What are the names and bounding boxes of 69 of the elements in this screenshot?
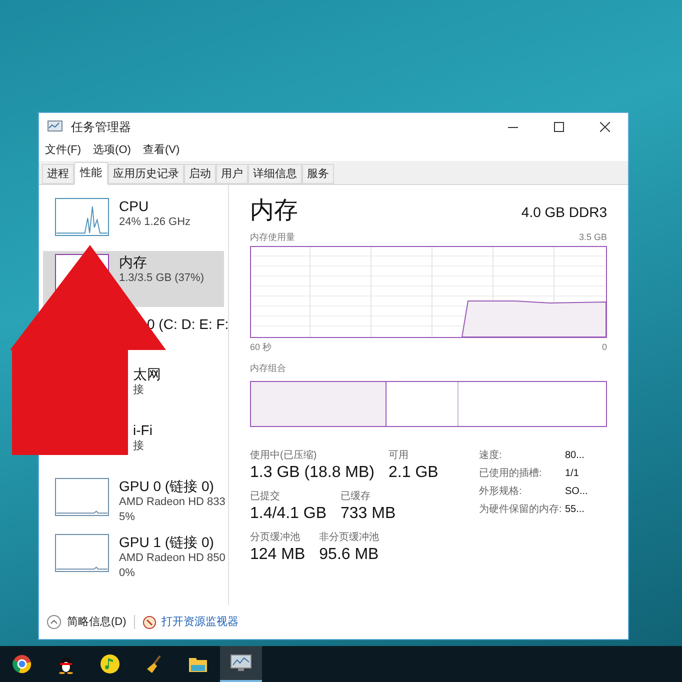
gauge-icon [143, 616, 156, 628]
item-detail: AMD Radeon HD 850 [119, 551, 226, 566]
stat-value: 1.4/4.1 GB [250, 504, 326, 524]
stat-value: 733 MB [340, 504, 396, 524]
item-title: 太网 [133, 366, 161, 383]
property-value: 80... [565, 448, 584, 462]
tab[interactable]: 性能 [74, 162, 108, 185]
axis-label: 60 秒 [250, 340, 272, 354]
stat-value: 2.1 GB [388, 462, 438, 482]
maximize-icon [554, 122, 564, 132]
stat-label: 非分页缓冲池 [319, 530, 380, 544]
item-detail: 24% 1.26 GHz [119, 215, 191, 230]
chart-label: 内存使用量 [250, 231, 295, 244]
item-detail: 1.3/3.5 GB (37%) [119, 271, 204, 286]
penguin-icon [57, 654, 75, 674]
property-label: 速度: [479, 448, 503, 462]
summary-button[interactable]: 简略信息(D) [47, 614, 126, 630]
tab[interactable]: 用户 [216, 164, 248, 184]
chevron-up-icon [47, 615, 61, 629]
app-icon [47, 120, 63, 134]
chart-label: 内存组合 [250, 362, 287, 375]
item-detail: 5% [119, 510, 136, 525]
item-detail: 0% [119, 566, 136, 581]
item-title: 内存 [119, 254, 148, 271]
tab[interactable]: 启动 [184, 164, 216, 184]
axis-label: 0 [602, 340, 607, 354]
chart-max: 3.5 GB [578, 231, 607, 244]
property-label: 外形规格: [479, 484, 523, 498]
menu-item[interactable]: 文件(F) [45, 142, 82, 158]
property-value: 55... [565, 502, 584, 516]
stat-label: 分页缓冲池 [250, 530, 301, 544]
tab[interactable]: 进程 [42, 164, 74, 184]
stat-label: 可用 [388, 448, 410, 462]
sidebar-item[interactable]: GPU 1 (链接 0) AMD Radeon HD 850 0% [43, 531, 224, 587]
stat-label: 已提交 [250, 490, 281, 502]
memory-spec: 4.0 GB DDR3 [521, 203, 607, 222]
minimize-icon [508, 126, 518, 128]
stat-value: 95.6 MB [319, 544, 380, 564]
menu-item[interactable]: 查看(V) [142, 142, 180, 158]
music-icon [100, 654, 120, 674]
taskbar-button[interactable] [220, 646, 262, 682]
folder-icon [188, 655, 208, 673]
property-value: 1/1 [565, 466, 579, 480]
stat-label: 使用中(已压缩) [250, 448, 318, 462]
monitor-icon [230, 654, 252, 672]
item-detail: 接 [133, 439, 145, 454]
window-title: 任务管理器 [71, 119, 131, 136]
property-label: 已使用的插槽: [479, 466, 543, 480]
tab[interactable]: 服务 [302, 164, 334, 184]
tab[interactable]: 详细信息 [248, 164, 302, 184]
property-label: 为硬件保留的内存: [479, 502, 563, 516]
tab[interactable]: 应用历史记录 [108, 164, 184, 184]
item-title: CPU [119, 198, 150, 215]
stat-label: 已缓存 [340, 490, 372, 502]
resource-monitor-link[interactable]: 打开资源监视器 [161, 614, 238, 630]
sidebar-item[interactable]: CPU 24% 1.26 GHz [43, 195, 224, 251]
detail-title: 内存 [250, 197, 298, 225]
browser-icon [12, 654, 32, 674]
close-icon [600, 122, 610, 132]
property-value: SO... [565, 484, 588, 498]
item-detail: AMD Radeon HD 833 [119, 495, 226, 510]
item-detail: 接 [133, 383, 145, 398]
item-title: GPU 0 (链接 0) [119, 478, 215, 495]
item-title: i-Fi [133, 422, 152, 439]
menu-item[interactable]: 选项(O) [93, 142, 131, 158]
stat-value: 1.3 GB (18.8 MB) [250, 462, 374, 482]
stat-value: 124 MB [250, 544, 306, 564]
sidebar-item[interactable]: GPU 0 (链接 0) AMD Radeon HD 833 5% [43, 475, 224, 531]
item-title: GPU 1 (链接 0) [119, 534, 215, 551]
